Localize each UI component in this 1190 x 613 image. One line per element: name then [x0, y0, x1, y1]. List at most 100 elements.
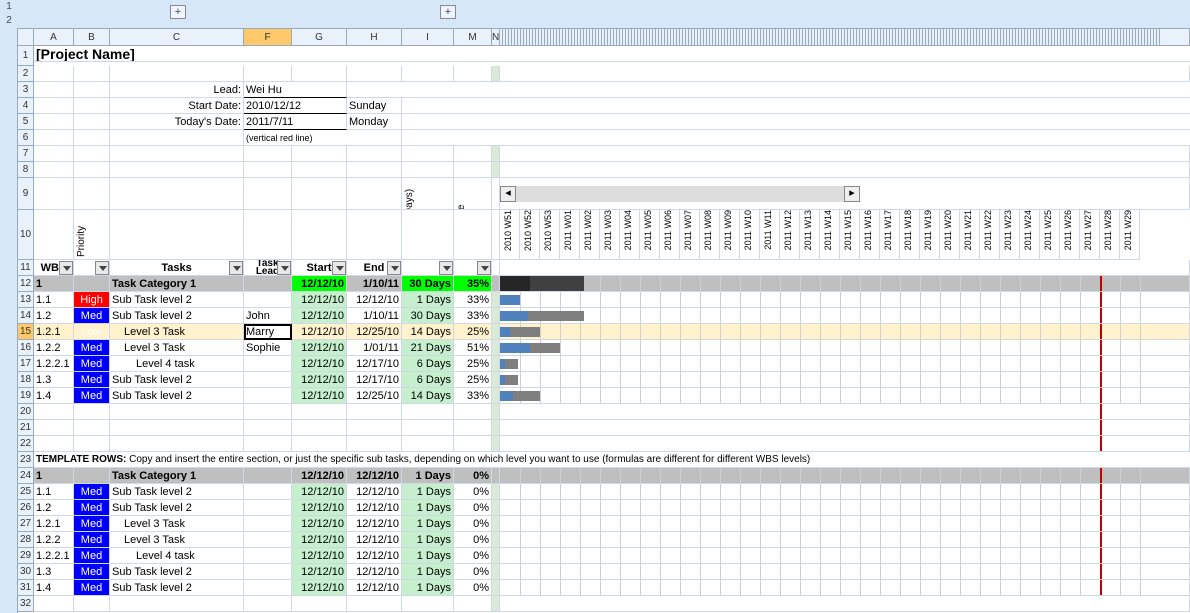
task-lead[interactable]	[244, 372, 292, 388]
table-row[interactable]: 14 1.2 Med Sub Task level 2 John 12/12/1…	[17, 308, 1190, 324]
task-name[interactable]: Level 3 Task	[110, 516, 244, 532]
row-header-32[interactable]: 32	[17, 596, 34, 612]
pct-complete[interactable]: 0%	[454, 564, 492, 580]
end-date[interactable]: 12/12/10	[347, 580, 402, 596]
task-name[interactable]: Sub Task level 2	[110, 564, 244, 580]
row-header-22[interactable]: 22	[17, 436, 34, 452]
start-date[interactable]: 12/12/10	[292, 516, 347, 532]
row-header-14[interactable]: 14	[17, 308, 34, 324]
col-header-N[interactable]: N	[492, 28, 500, 46]
row-header-15[interactable]: 15	[17, 324, 34, 340]
col-header-G[interactable]: G	[292, 28, 347, 46]
row-header-29[interactable]: 29	[17, 548, 34, 564]
task-lead[interactable]	[244, 484, 292, 500]
filter-icon[interactable]	[59, 261, 73, 275]
row-header-21[interactable]: 21	[17, 420, 34, 436]
start-date[interactable]: 12/12/10	[292, 548, 347, 564]
row-header-24[interactable]: 24	[17, 468, 34, 484]
pct-complete[interactable]: 25%	[454, 324, 492, 340]
row-header-7[interactable]: 7	[17, 146, 34, 162]
row-header-16[interactable]: 16	[17, 340, 34, 356]
today-value[interactable]: 2011/7/11	[244, 114, 347, 130]
task-name[interactable]: Sub Task level 2	[110, 292, 244, 308]
start-date[interactable]: 12/12/10	[292, 292, 347, 308]
filter-icon[interactable]	[95, 261, 109, 275]
task-lead[interactable]	[244, 564, 292, 580]
col-header-H[interactable]: H	[347, 28, 402, 46]
scroll-left-icon[interactable]: ◂	[500, 186, 516, 202]
row-header-27[interactable]: 27	[17, 516, 34, 532]
end-date[interactable]: 12/25/10	[347, 324, 402, 340]
end-date[interactable]: 12/25/10	[347, 388, 402, 404]
row-header-25[interactable]: 25	[17, 484, 34, 500]
table-row[interactable]: 25 1.1 Med Sub Task level 2 12/12/10 12/…	[17, 484, 1190, 500]
end-date[interactable]: 12/17/10	[347, 372, 402, 388]
pct-complete[interactable]: 25%	[454, 356, 492, 372]
end-header[interactable]: End	[347, 260, 402, 276]
task-lead[interactable]: John	[244, 308, 292, 324]
start-date[interactable]: 12/12/10	[292, 324, 347, 340]
task-lead[interactable]	[244, 548, 292, 564]
row-header-5[interactable]: 5	[17, 114, 34, 130]
start-date[interactable]: 12/12/10	[292, 580, 347, 596]
row-header-11[interactable]: 11	[17, 260, 34, 276]
task-lead[interactable]	[244, 292, 292, 308]
filter-icon[interactable]	[229, 261, 243, 275]
pct-complete[interactable]: 0%	[454, 484, 492, 500]
start-date[interactable]: 12/12/10	[292, 484, 347, 500]
end-date[interactable]: 12/12/10	[347, 500, 402, 516]
pct-complete[interactable]: 0%	[454, 580, 492, 596]
pct-complete[interactable]: 33%	[454, 292, 492, 308]
horizontal-scrollbar[interactable]: ◂ ▸	[500, 186, 860, 202]
outline-expand-icon[interactable]: +	[170, 5, 186, 19]
priority-filter[interactable]	[74, 260, 110, 276]
task-lead[interactable]: Sophie	[244, 340, 292, 356]
outline-expand-icon[interactable]: +	[440, 5, 456, 19]
task-lead[interactable]	[244, 388, 292, 404]
filter-icon[interactable]	[439, 261, 453, 275]
row-header-18[interactable]: 18	[17, 372, 34, 388]
row-header-3[interactable]: 3	[17, 82, 34, 98]
tasks-header[interactable]: Tasks	[110, 260, 244, 276]
task-lead[interactable]	[244, 500, 292, 516]
task-name[interactable]: Level 3 Task	[110, 532, 244, 548]
table-row[interactable]: 13 1.1 High Sub Task level 2 12/12/10 12…	[17, 292, 1190, 308]
col-header-I[interactable]: I	[402, 28, 454, 46]
pct-complete[interactable]: 33%	[454, 308, 492, 324]
pct-complete[interactable]: 0%	[454, 500, 492, 516]
pct-complete[interactable]: 51%	[454, 340, 492, 356]
task-name[interactable]: Sub Task level 2	[110, 388, 244, 404]
lead-value[interactable]: Wei Hu	[244, 82, 347, 98]
task-lead[interactable]	[244, 516, 292, 532]
table-row[interactable]: 27 1.2.1 Med Level 3 Task 12/12/10 12/12…	[17, 516, 1190, 532]
end-date[interactable]: 12/17/10	[347, 356, 402, 372]
start-date[interactable]: 12/12/10	[292, 388, 347, 404]
task-name[interactable]: Sub Task level 2	[110, 580, 244, 596]
task-name[interactable]: Level 4 task	[110, 548, 244, 564]
task-name[interactable]: Sub Task level 2	[110, 372, 244, 388]
table-row[interactable]: 31 1.4 Med Sub Task level 2 12/12/10 12/…	[17, 580, 1190, 596]
task-name[interactable]: Sub Task level 2	[110, 500, 244, 516]
row-header-23[interactable]: 23	[17, 452, 34, 468]
row-header-8[interactable]: 8	[17, 162, 34, 178]
pct-complete[interactable]: 0%	[454, 516, 492, 532]
start-date-value[interactable]: 2010/12/12	[244, 98, 347, 114]
scroll-right-icon[interactable]: ▸	[844, 186, 860, 202]
table-row[interactable]: 18 1.3 Med Sub Task level 2 12/12/10 12/…	[17, 372, 1190, 388]
filter-icon[interactable]	[387, 261, 401, 275]
end-date[interactable]: 1/01/11	[347, 340, 402, 356]
duration-filter[interactable]	[402, 260, 454, 276]
task-name[interactable]: Level 4 task	[110, 356, 244, 372]
start-date[interactable]: 12/12/10	[292, 564, 347, 580]
category-row[interactable]: 24 1 Task Category 1 12/12/10 12/12/10 1…	[17, 468, 1190, 484]
end-date[interactable]: 12/12/10	[347, 548, 402, 564]
row-header-2[interactable]: 2	[17, 66, 34, 82]
row-header-12[interactable]: 12	[17, 276, 34, 292]
task-lead[interactable]	[244, 356, 292, 372]
row-header-31[interactable]: 31	[17, 580, 34, 596]
table-row[interactable]: 15 1.2.1 Low Level 3 Task Marry 12/12/10…	[17, 324, 1190, 340]
row-header-13[interactable]: 13	[17, 292, 34, 308]
start-header[interactable]: Start	[292, 260, 347, 276]
col-header-B[interactable]: B	[74, 28, 110, 46]
filter-icon[interactable]	[277, 261, 291, 275]
